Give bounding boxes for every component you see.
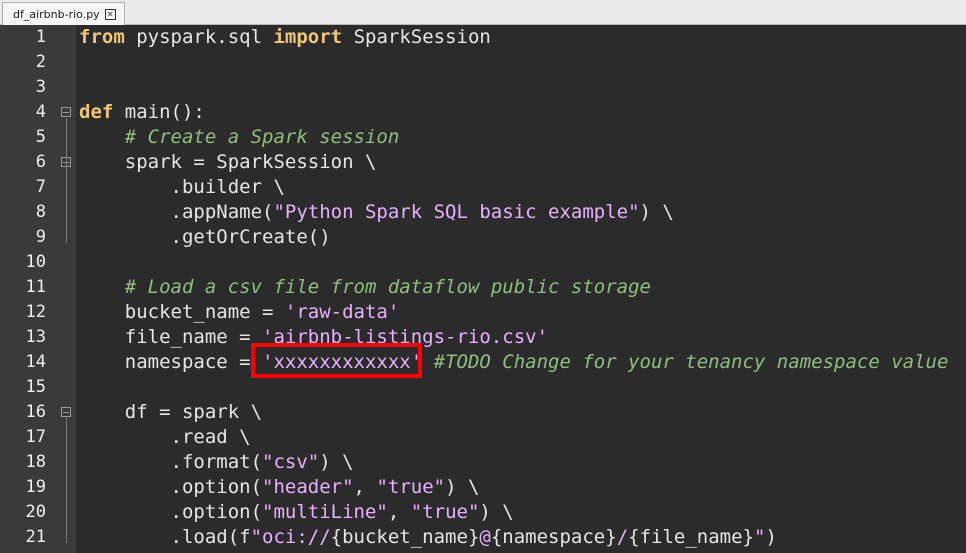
line-number: 17 — [25, 427, 46, 447]
code-token: "true" — [376, 476, 446, 498]
line-number: 20 — [25, 502, 46, 522]
code-token: .option( — [79, 476, 263, 498]
line-number: 10 — [25, 252, 46, 272]
code-token: "multiLine" — [262, 501, 388, 523]
code-token: ) — [765, 526, 777, 548]
code-token: .appName( — [79, 201, 274, 223]
code-line: # Create a Spark session — [79, 125, 400, 150]
line-number: 2 — [35, 52, 46, 72]
line-number: 19 — [25, 477, 46, 497]
code-area[interactable]: from pyspark.sql import SparkSession def … — [76, 25, 966, 553]
code-line: .option("header", "true") \ — [79, 475, 480, 500]
line-number: 7 — [35, 177, 46, 197]
code-token: ) \ — [319, 451, 354, 473]
fold-margin — [54, 25, 76, 553]
line-number: 12 — [25, 302, 46, 322]
fold-guide — [66, 168, 67, 243]
code-line: .format("csv") \ — [79, 450, 354, 475]
line-number: 14 — [25, 352, 46, 372]
fold-toggle-icon[interactable] — [61, 107, 71, 117]
line-number: 3 — [35, 77, 46, 97]
code-token: 'raw-data' — [284, 301, 400, 323]
code-token: {file_name} — [628, 526, 754, 548]
fold-toggle-icon[interactable] — [61, 407, 71, 417]
code-line: .appName("Python Spark SQL basic example… — [79, 200, 674, 225]
code-line: def main(): — [79, 100, 205, 125]
file-tab[interactable]: df_airbnb-rio.py ✕ — [2, 2, 125, 25]
code-token: "Python Spark SQL basic example" — [273, 201, 640, 223]
line-number: 16 — [25, 402, 46, 422]
code-line: .getOrCreate() — [79, 225, 331, 250]
tab-bar: df_airbnb-rio.py ✕ — [0, 0, 966, 25]
code-token: , — [387, 501, 411, 523]
code-token: ) \ — [639, 201, 674, 223]
code-token: / — [616, 526, 629, 548]
line-number: 4 — [35, 102, 46, 122]
line-number: 21 — [25, 527, 46, 547]
code-token: .option( — [79, 501, 263, 523]
code-token: main(): — [113, 101, 205, 123]
code-line: namespace = 'xxxxxxxxxxxx' #TODO Change … — [79, 350, 949, 375]
line-number: 9 — [35, 227, 46, 247]
code-token: .read \ — [79, 426, 251, 448]
code-token: ) \ — [479, 501, 514, 523]
code-token: .format( — [79, 451, 263, 473]
line-number: 8 — [35, 202, 46, 222]
code-token: SparkSession — [342, 26, 491, 48]
line-number: 13 — [25, 327, 46, 347]
code-token: {namespace} — [490, 526, 617, 548]
line-number: 15 — [25, 377, 46, 397]
code-line: df = spark \ — [79, 400, 262, 425]
code-editor: df_airbnb-rio.py ✕ 1 2 3 4 5 6 7 8 9 10 11 12 13 14 15… — [0, 0, 966, 553]
line-number: 5 — [35, 127, 46, 147]
code-token: .load(f — [79, 526, 251, 548]
code-token: , — [353, 476, 377, 498]
code-token: namespace = — [79, 351, 263, 373]
code-token: .builder \ — [79, 176, 285, 198]
fold-guide — [66, 418, 67, 543]
line-number: 6 — [35, 152, 46, 172]
code-token: df = spark \ — [79, 401, 263, 423]
code-token: "true" — [410, 501, 480, 523]
code-line: from pyspark.sql import SparkSession — [79, 25, 491, 50]
code-token: "header" — [262, 476, 354, 498]
code-line: .load(f"oci://{bucket_name}@{namespace}/… — [79, 525, 777, 550]
code-token: @ — [479, 526, 491, 548]
code-token: bucket_name = — [79, 301, 285, 323]
line-number: 11 — [25, 277, 46, 297]
code-token: " — [753, 526, 766, 548]
code-token: import — [273, 26, 343, 48]
close-icon[interactable]: ✕ — [104, 8, 116, 20]
code-token: def — [79, 101, 114, 123]
namespace-highlight-box — [251, 343, 422, 378]
code-line: .builder \ — [79, 175, 285, 200]
line-number: 1 — [35, 27, 46, 47]
code-line: .read \ — [79, 425, 251, 450]
code-token: #TODO Change for your tenancy namespace … — [433, 351, 949, 373]
file-tab-label: df_airbnb-rio.py — [13, 7, 100, 21]
code-token: # Load a csv file from dataflow public s… — [124, 276, 651, 298]
code-token: "oci:// — [250, 526, 331, 548]
code-token: {bucket_name} — [330, 526, 480, 548]
code-line: spark = SparkSession \ — [79, 150, 377, 175]
code-token: pyspark.sql — [124, 26, 274, 48]
line-number: 18 — [25, 452, 46, 472]
code-line: bucket_name = 'raw-data' — [79, 300, 400, 325]
code-token: ) \ — [445, 476, 480, 498]
code-token: # Create a Spark session — [124, 126, 400, 148]
code-token: "csv" — [262, 451, 320, 473]
code-token: from — [79, 26, 125, 48]
code-token: spark = SparkSession \ — [79, 151, 377, 173]
code-token: file_name = — [79, 326, 263, 348]
code-token: .getOrCreate() — [79, 226, 331, 248]
code-line: .option("multiLine", "true") \ — [79, 500, 514, 525]
code-line: # Load a csv file from dataflow public s… — [79, 275, 651, 300]
line-number-gutter: 1 2 3 4 5 6 7 8 9 10 11 12 13 14 15 16 17 18 19 20 21 — [0, 25, 54, 553]
